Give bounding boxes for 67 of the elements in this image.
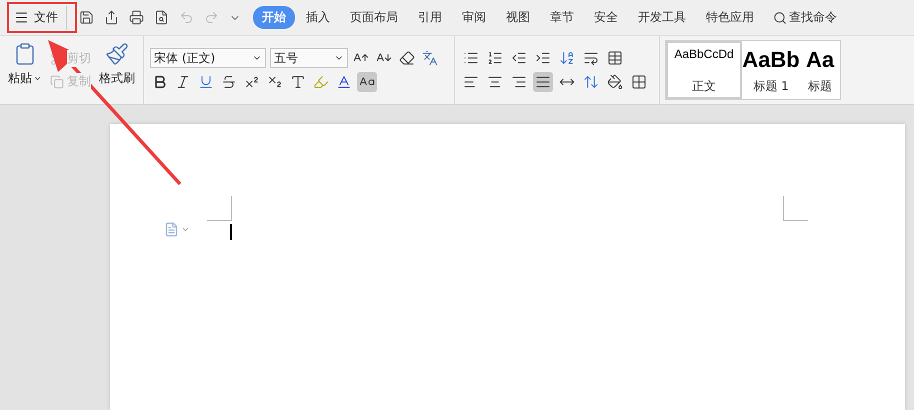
- align-center-icon: [487, 74, 503, 90]
- ribbon-tab[interactable]: 章节: [541, 6, 583, 29]
- translate-button[interactable]: [420, 48, 440, 68]
- undo-icon: [179, 10, 194, 25]
- highlighter-icon: [313, 74, 329, 90]
- underline-icon: [198, 74, 214, 90]
- style-preview-text: AaBb: [742, 47, 800, 74]
- text-cursor: [230, 224, 232, 240]
- style-name: 标题: [808, 78, 832, 95]
- align-left-icon: [463, 74, 479, 90]
- ribbon-tab[interactable]: 页面布局: [341, 6, 407, 29]
- format-painter-button[interactable]: 格式刷: [97, 40, 137, 100]
- align-justify-button[interactable]: [533, 72, 553, 92]
- margin-corner-mark: [783, 196, 808, 221]
- paint-bucket-icon: [607, 74, 623, 90]
- ribbon-tab[interactable]: 审阅: [453, 6, 495, 29]
- font-color-icon: [336, 74, 352, 90]
- borders-icon: [631, 74, 647, 90]
- table-icon: [607, 50, 623, 66]
- font-size-dropdown[interactable]: 五号: [270, 48, 348, 68]
- superscript-icon: [244, 74, 260, 90]
- ribbon-tab[interactable]: 视图: [497, 6, 539, 29]
- file-menu-button[interactable]: 文件: [8, 6, 67, 30]
- ribbon-tab[interactable]: 引用: [409, 6, 451, 29]
- style-preview-text: Aa: [806, 47, 834, 74]
- highlight-frame: [7, 2, 77, 33]
- style-name: 正文: [692, 78, 716, 95]
- share-icon: [104, 10, 119, 25]
- font-name-dropdown[interactable]: 宋体 (正文): [150, 48, 266, 68]
- style-name: 标题 1: [753, 78, 789, 95]
- sort-icon: [559, 50, 575, 66]
- translate-icon: [422, 50, 438, 66]
- save-icon: [79, 10, 94, 25]
- copy-icon: [50, 74, 64, 88]
- menu-icon: [14, 10, 29, 25]
- decrease-indent-icon: [511, 50, 527, 66]
- style-preview-text: AaBbCcDd: [674, 47, 734, 62]
- strikethrough-icon: [221, 74, 237, 90]
- paintbrush-icon: [105, 42, 129, 66]
- line-spacing-icon: [583, 74, 599, 90]
- increase-indent-icon: [535, 50, 551, 66]
- align-justify-icon: [535, 74, 551, 90]
- paste-button[interactable]: 粘贴: [6, 40, 44, 100]
- style-preset[interactable]: AaBb 标题 1: [742, 41, 800, 99]
- text-effect-icon: [290, 74, 306, 90]
- italic-icon: [175, 74, 191, 90]
- ribbon-tab[interactable]: 开发工具: [629, 6, 695, 29]
- file-search-icon: [154, 10, 169, 25]
- align-right-icon: [511, 74, 527, 90]
- search-icon: [773, 10, 787, 24]
- character-shading-button[interactable]: [357, 72, 377, 92]
- wrap-text-icon: [583, 50, 599, 66]
- style-preset[interactable]: Aa 标题: [800, 41, 840, 99]
- margin-corner-mark: [207, 196, 232, 221]
- ribbon-tab[interactable]: 安全: [585, 6, 627, 29]
- subscript-icon: [267, 74, 283, 90]
- ribbon-tab[interactable]: 插入: [297, 6, 339, 29]
- style-preset[interactable]: AaBbCcDd 正文: [666, 41, 742, 99]
- chevron-down-icon: [33, 74, 42, 83]
- paint-bucket-button[interactable]: [605, 72, 625, 92]
- eraser-icon: [399, 50, 415, 66]
- printer-icon: [129, 10, 144, 25]
- numbered-list-icon: [487, 50, 503, 66]
- ribbon-tab[interactable]: 特色应用: [697, 6, 763, 29]
- redo-icon: [204, 10, 219, 25]
- bold-icon: [152, 74, 168, 90]
- search-command-button[interactable]: 查找命令: [773, 9, 837, 26]
